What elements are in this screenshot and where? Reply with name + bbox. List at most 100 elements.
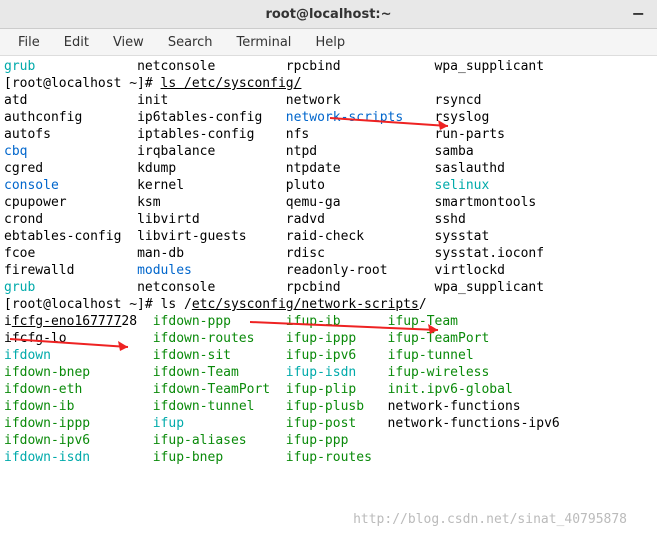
exe-entry: ifdown-ippp (4, 416, 90, 431)
file-entry: network-functions (388, 399, 521, 414)
minimize-button[interactable]: − (632, 4, 645, 23)
exe-entry: ifup-wireless (388, 365, 490, 380)
exe-entry: ifdown-ipv6 (4, 433, 90, 448)
menu-terminal[interactable]: Terminal (224, 32, 303, 53)
menu-help[interactable]: Help (303, 32, 357, 53)
link-entry: ifdown-isdn (4, 450, 90, 465)
file-entry: rsyslog (435, 110, 490, 125)
file-entry: nfs (286, 127, 309, 142)
dir-entry: cbq (4, 144, 27, 159)
file-entry: man-db (137, 246, 184, 261)
menu-view[interactable]: View (101, 32, 156, 53)
command-text: ls / (161, 297, 192, 312)
file-entry: ntpdate (286, 161, 341, 176)
file-entry: ntpd (286, 144, 317, 159)
exe-entry: ifup-routes (286, 450, 372, 465)
menu-search[interactable]: Search (156, 32, 225, 53)
file-entry: init (137, 93, 168, 108)
link-entry: ifup-isdn (286, 365, 356, 380)
exe-entry: ifup-aliases (153, 433, 247, 448)
file-entry: sysstat (435, 229, 490, 244)
exe-entry: ifup-TeamPort (388, 331, 490, 346)
file-entry: cgred (4, 161, 43, 176)
file-entry: iptables-config (137, 127, 254, 142)
file-entry: pluto (286, 178, 325, 193)
exe-entry: ifup-ippp (286, 331, 356, 346)
exe-entry: ifdown-TeamPort (153, 382, 270, 397)
file-entry: rpcbind (286, 59, 341, 74)
prompt: [root@localhost ~]# (4, 76, 161, 91)
exe-entry: ifup-bnep (153, 450, 223, 465)
file-entry: network (286, 93, 341, 108)
exe-entry: init.ipv6-global (388, 382, 513, 397)
file-entry: smartmontools (435, 195, 537, 210)
file-entry: saslauthd (435, 161, 505, 176)
file-entry: ip6tables-config (137, 110, 262, 125)
exe-entry: ifdown-Team (153, 365, 239, 380)
exe-entry: ifdown-eth (4, 382, 82, 397)
exe-entry: ifup-tunnel (388, 348, 474, 363)
terminal-output[interactable]: grub netconsole rpcbind wpa_supplicant [… (0, 56, 657, 538)
file-entry: network-functions-ipv6 (388, 416, 560, 431)
file-entry: netconsole (137, 59, 215, 74)
file-entry: netconsole (137, 280, 215, 295)
exe-entry: ifdown-ppp (153, 314, 231, 329)
file-entry: sshd (435, 212, 466, 227)
file-entry: crond (4, 212, 43, 227)
link-entry: grub (4, 280, 35, 295)
file-entry: ksm (137, 195, 160, 210)
file-entry: libvirtd (137, 212, 200, 227)
file-entry: fcfg-eno167777 (12, 314, 122, 329)
file-entry: autofs (4, 127, 51, 142)
file-entry: authconfig (4, 110, 82, 125)
file-entry: wpa_supplicant (435, 59, 545, 74)
menu-edit[interactable]: Edit (52, 32, 101, 53)
file-entry: rdisc (286, 246, 325, 261)
exe-entry: ifup-Team (388, 314, 458, 329)
prompt: [root@localhost ~]# (4, 297, 161, 312)
dir-entry: modules (137, 263, 192, 278)
link-entry: selinux (435, 178, 490, 193)
exe-entry: ifdown-tunnel (153, 399, 255, 414)
menu-file[interactable]: File (6, 32, 52, 53)
file-entry: 28 (121, 314, 137, 329)
exe-entry: ifup-plip (286, 382, 356, 397)
file-entry: raid-check (286, 229, 364, 244)
dir-entry: console (4, 178, 59, 193)
exe-entry: ifup-post (286, 416, 356, 431)
file-entry: wpa_supplicant (435, 280, 545, 295)
window-title: root@localhost:~ (265, 7, 391, 22)
file-entry: readonly-root (286, 263, 388, 278)
dir-entry: network-scripts (286, 110, 403, 125)
command-text: ls /etc/sysconfig/ (161, 76, 302, 91)
file-entry: grub (4, 59, 35, 74)
file-entry: fcoe (4, 246, 35, 261)
file-entry: rpcbind (286, 280, 341, 295)
exe-entry: ifdown-ib (4, 399, 74, 414)
file-entry: cpupower (4, 195, 67, 210)
command-text: / (419, 297, 427, 312)
watermark: http://blog.csdn.net/sinat_40795878 (353, 511, 627, 528)
exe-entry: ifup-ipv6 (286, 348, 356, 363)
exe-entry: ifup-ppp (286, 433, 349, 448)
file-entry: kernel (137, 178, 184, 193)
file-entry: samba (435, 144, 474, 159)
titlebar: root@localhost:~ − (0, 0, 657, 29)
file-entry: ebtables-config (4, 229, 121, 244)
link-entry: ifup (153, 416, 184, 431)
file-entry: libvirt-guests (137, 229, 247, 244)
file-entry: rsyncd (435, 93, 482, 108)
file-entry: irqbalance (137, 144, 215, 159)
file-entry: run-parts (435, 127, 505, 142)
file-entry: radvd (286, 212, 325, 227)
file-entry: sysstat.ioconf (435, 246, 545, 261)
file-entry: atd (4, 93, 27, 108)
file-entry: i (4, 314, 12, 329)
file-entry: firewalld (4, 263, 74, 278)
file-entry: virtlockd (435, 263, 505, 278)
file-entry: ifcfg-lo (4, 331, 67, 346)
file-entry: qemu-ga (286, 195, 341, 210)
exe-entry: ifdown-bnep (4, 365, 90, 380)
exe-entry: ifdown-routes (153, 331, 255, 346)
menubar: File Edit View Search Terminal Help (0, 29, 657, 56)
